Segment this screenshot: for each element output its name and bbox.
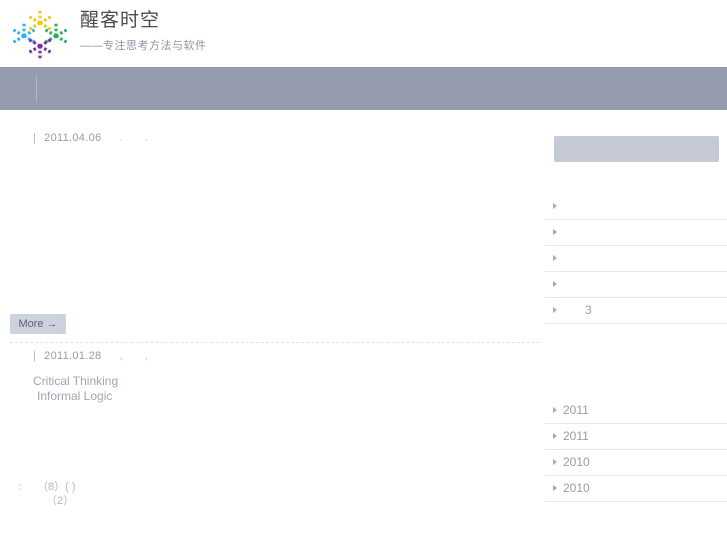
archive-item-label: 2010 — [563, 481, 590, 495]
triangle-bullet-icon — [553, 229, 557, 235]
sidebar-list-item[interactable] — [545, 272, 727, 298]
triangle-bullet-icon — [553, 459, 557, 465]
sidebar-list-item[interactable]: 2010 — [545, 476, 727, 502]
sidebar-list-item[interactable] — [545, 194, 727, 220]
triangle-bullet-icon — [553, 203, 557, 209]
sidebar-list-item[interactable] — [545, 246, 727, 272]
triangle-bullet-icon — [553, 407, 557, 413]
sidebar-column: 3 2011 2011 2010 2010 — [545, 110, 727, 545]
footnote-line-1: （8）( ) — [37, 481, 76, 493]
meta-bar-glyph: | — [33, 132, 37, 144]
term-item: Critical Thinking — [33, 374, 119, 388]
post-date: 2011.01.28 — [44, 350, 102, 362]
archive-item-label: 2010 — [563, 455, 590, 469]
post-tag[interactable]: . — [145, 132, 148, 144]
archive-item-label: 2011 — [563, 403, 589, 417]
sidebar-links-widget: 3 — [545, 192, 727, 324]
post-footnote: : （8）( ) （2） — [18, 480, 76, 508]
primary-content-column: | 2011.04.06.. More → | 2011.01.28,, Criti… — [0, 110, 545, 545]
archive-item-label: 2011 — [563, 429, 589, 443]
vertical-divider-icon — [36, 76, 37, 102]
site-tagline: ——专注思考方法与软件 — [80, 40, 207, 52]
post-separator — [10, 342, 540, 343]
triangle-bullet-icon — [553, 255, 557, 261]
more-button[interactable]: More → — [10, 314, 66, 334]
post-term-list: Critical Thinking Informal Logic — [33, 374, 118, 404]
triangle-bullet-icon — [553, 307, 557, 313]
brand-block[interactable]: 醒客时空 ——专注思考方法与软件 — [80, 7, 207, 55]
site-header: 醒客时空 ——专注思考方法与软件 — [0, 0, 727, 67]
logo-svg — [11, 9, 69, 60]
term-item: Informal Logic — [37, 389, 113, 403]
sidebar-link-list: 3 — [545, 194, 727, 324]
footnote-line-2: （2） — [46, 495, 75, 507]
dotted-asterisk-logo[interactable] — [9, 6, 71, 62]
sidebar-list-item[interactable]: 2011 — [545, 424, 727, 450]
post-category[interactable]: . — [119, 132, 122, 144]
site-title: 醒客时空 — [80, 9, 161, 31]
sidebar-list-item[interactable]: 3 — [545, 298, 727, 324]
post-category[interactable]: , — [119, 350, 122, 362]
triangle-bullet-icon — [553, 281, 557, 287]
search-input[interactable] — [554, 136, 719, 162]
footnote-separator: : — [18, 481, 22, 493]
sidebar-list-item[interactable]: 2011 — [545, 398, 727, 424]
sidebar-list-item[interactable] — [545, 220, 727, 246]
triangle-bullet-icon — [553, 485, 557, 491]
post-meta: | 2011.04.06.. — [33, 132, 170, 144]
sidebar-list-item[interactable]: 2010 — [545, 450, 727, 476]
triangle-bullet-icon — [553, 433, 557, 439]
post-date: 2011.04.06 — [44, 132, 102, 144]
list-item-count: 3 — [585, 303, 592, 317]
post-tag[interactable]: , — [145, 350, 148, 362]
post-meta: | 2011.01.28,, — [33, 350, 170, 362]
sidebar-archive-list: 2011 2011 2010 2010 — [545, 398, 727, 502]
main-navigation-bar[interactable] — [0, 67, 727, 110]
sidebar-archive-widget: 2011 2011 2010 2010 — [545, 396, 727, 502]
content-wrapper: | 2011.04.06.. More → | 2011.01.28,, Criti… — [0, 110, 727, 545]
meta-bar-glyph: | — [33, 350, 37, 362]
